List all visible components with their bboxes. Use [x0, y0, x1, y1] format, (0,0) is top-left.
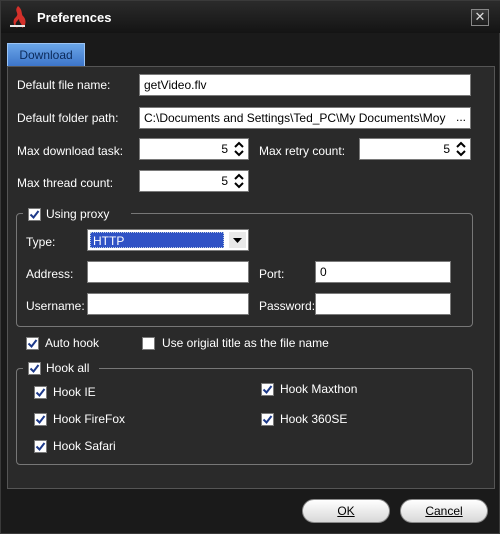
chevron-down-icon[interactable] — [229, 232, 246, 248]
proxy-port-input[interactable]: 0 — [315, 261, 451, 283]
auto-hook-checkbox[interactable] — [26, 337, 39, 350]
hook-safari-checkbox[interactable] — [34, 440, 47, 453]
close-button[interactable]: ✕ — [471, 9, 489, 26]
default-file-name-input[interactable]: getVideo.flv — [139, 74, 471, 96]
browse-folder-button[interactable]: ... — [453, 108, 469, 128]
cancel-button-label: Cancel — [425, 504, 463, 518]
max-retry-count-spinner[interactable]: 5 — [359, 138, 471, 160]
hook-safari-label: Hook Safari — [53, 439, 116, 453]
proxy-type-value: HTTP — [90, 232, 224, 248]
proxy-address-input[interactable] — [87, 261, 249, 283]
ok-button-label: OK — [337, 504, 355, 518]
checkmark-icon — [35, 388, 46, 398]
checkmark-icon — [29, 210, 40, 220]
ok-button[interactable]: OK — [302, 499, 390, 523]
hook-360se-checkbox[interactable] — [261, 413, 274, 426]
tab-download[interactable]: Download — [7, 43, 85, 67]
app-flame-icon — [10, 6, 26, 28]
max-download-task-value: 5 — [221, 142, 228, 156]
hook-ie-checkbox[interactable] — [34, 386, 47, 399]
max-thread-count-value: 5 — [221, 174, 228, 188]
folder-path-value: C:\Documents and Settings\Ted_PC\My Docu… — [144, 111, 446, 125]
default-folder-path-label: Default folder path: — [17, 111, 119, 125]
hook-all-checkbox[interactable] — [28, 362, 41, 375]
title-bar[interactable]: Preferences ✕ — [1, 1, 500, 33]
proxy-type-select[interactable]: HTTP — [87, 229, 249, 251]
hook-firefox-label: Hook FireFox — [53, 412, 126, 426]
preferences-window: Preferences ✕ Download Default file name… — [0, 0, 500, 534]
hook-maxthon-label: Hook Maxthon — [280, 382, 358, 396]
spinner-arrows-icon[interactable] — [455, 141, 467, 157]
hook-ie-label: Hook IE — [53, 385, 96, 399]
proxy-username-label: Username: — [26, 299, 85, 313]
max-thread-count-spinner[interactable]: 5 — [139, 170, 249, 192]
window-title: Preferences — [37, 10, 112, 25]
cancel-button[interactable]: Cancel — [400, 499, 488, 523]
checkmark-icon — [35, 415, 46, 425]
proxy-username-input[interactable] — [87, 293, 249, 315]
checkmark-icon — [35, 442, 46, 452]
max-download-task-spinner[interactable]: 5 — [139, 138, 249, 160]
use-original-title-checkbox[interactable] — [142, 337, 155, 350]
checkmark-icon — [27, 339, 38, 349]
proxy-password-input[interactable] — [315, 293, 451, 315]
hook-360se-label: Hook 360SE — [280, 412, 348, 426]
hook-firefox-checkbox[interactable] — [34, 413, 47, 426]
use-original-title-label: Use origial title as the file name — [162, 336, 329, 350]
spinner-arrows-icon[interactable] — [233, 141, 245, 157]
proxy-port-label: Port: — [259, 267, 285, 281]
using-proxy-label: Using proxy — [46, 207, 110, 221]
spinner-arrows-icon[interactable] — [233, 173, 245, 189]
auto-hook-label: Auto hook — [45, 336, 100, 350]
hook-all-label: Hook all — [46, 361, 90, 375]
max-retry-count-value: 5 — [443, 142, 450, 156]
proxy-password-label: Password: — [259, 299, 316, 313]
max-thread-count-label: Max thread count: — [17, 176, 114, 190]
default-folder-path-input[interactable]: C:\Documents and Settings\Ted_PC\My Docu… — [139, 107, 471, 129]
default-file-name-label: Default file name: — [17, 78, 111, 92]
proxy-type-label: Type: — [26, 235, 56, 249]
checkmark-icon — [29, 364, 40, 374]
max-download-task-label: Max download task: — [17, 144, 124, 158]
checkmark-icon — [262, 415, 273, 425]
using-proxy-checkbox[interactable] — [28, 208, 41, 221]
close-icon: ✕ — [474, 9, 486, 24]
hook-maxthon-checkbox[interactable] — [261, 383, 274, 396]
proxy-address-label: Address: — [26, 267, 74, 281]
max-retry-count-label: Max retry count: — [259, 144, 346, 158]
checkmark-icon — [262, 385, 273, 395]
